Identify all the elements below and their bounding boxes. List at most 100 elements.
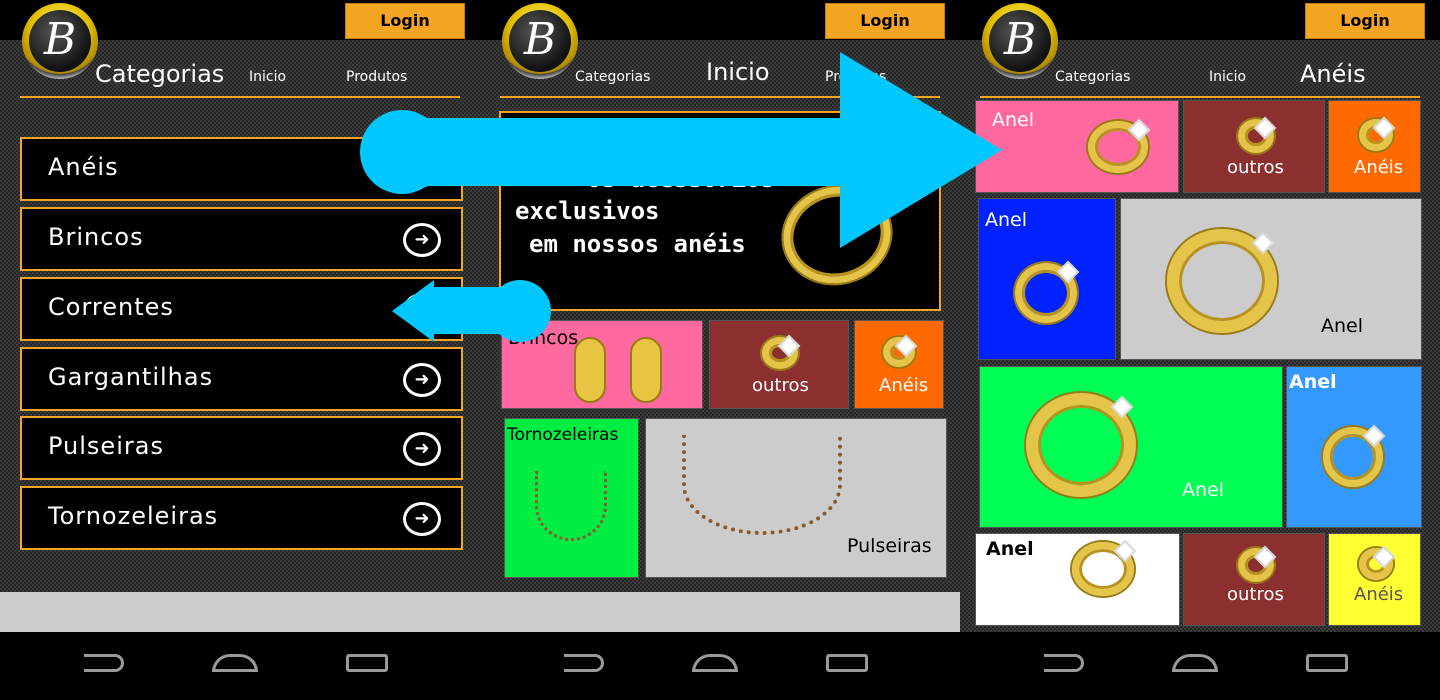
ring-tile-aneis[interactable]: Anéis	[1328, 100, 1421, 193]
login-button[interactable]: Login	[825, 3, 945, 39]
arrow-right-circle-icon: ➜	[403, 223, 441, 257]
recent-apps-icon[interactable]	[1306, 654, 1348, 672]
ring-tile[interactable]: Anel	[979, 366, 1283, 528]
tab-produtos[interactable]: Produtos	[825, 69, 886, 85]
nav-divider	[980, 96, 1420, 98]
tile-label: outros	[1227, 157, 1284, 178]
arrow-right-circle-icon: ➜	[403, 502, 441, 536]
tile-tornozeleiras[interactable]: Tornozeleiras	[504, 418, 639, 578]
back-icon[interactable]	[564, 654, 604, 672]
category-item-brincos[interactable]: Brincos ➜	[20, 207, 463, 271]
banner-line-1: Os acessórios	[587, 165, 775, 193]
system-nav-bar	[480, 632, 960, 700]
home-icon[interactable]	[1172, 654, 1218, 672]
ring-image	[1238, 548, 1274, 582]
tab-categorias[interactable]: Categorias	[575, 69, 650, 85]
ring-image	[1323, 427, 1383, 487]
anklet-image	[535, 471, 607, 541]
ring-image	[1088, 121, 1148, 173]
nav-divider	[500, 96, 940, 98]
back-icon[interactable]	[84, 654, 124, 672]
footer-strip	[0, 592, 480, 632]
recent-apps-icon[interactable]	[346, 654, 388, 672]
tile-outros[interactable]: outros	[709, 320, 849, 409]
ring-tile-aneis[interactable]: Anéis	[1328, 533, 1421, 626]
tab-aneis[interactable]: Anéis	[1300, 60, 1366, 88]
brand-logo[interactable]: B	[982, 3, 1058, 79]
category-label: Correntes	[48, 293, 174, 321]
tile-brincos[interactable]: Brincos	[501, 320, 703, 409]
tile-label: Anel	[985, 209, 1028, 231]
system-nav-bar	[960, 632, 1440, 700]
back-icon[interactable]	[1044, 654, 1084, 672]
login-button[interactable]: Login	[345, 3, 465, 39]
banner-line-2: exclusivos	[515, 197, 660, 225]
ring-tile[interactable]: Anel	[975, 100, 1179, 193]
ring-image	[762, 337, 798, 369]
tab-inicio[interactable]: Inicio	[1209, 69, 1246, 85]
arrow-right-circle-icon: ➜	[403, 293, 441, 327]
tile-label: outros	[1227, 584, 1284, 605]
category-label: Brincos	[48, 223, 144, 251]
tile-label: Anel	[1182, 479, 1225, 501]
tab-inicio[interactable]: Inicio	[249, 69, 286, 85]
ring-image	[1238, 119, 1274, 153]
bracelet-image	[682, 435, 842, 535]
tab-categorias[interactable]: Categorias	[95, 60, 224, 88]
ring-image	[772, 174, 902, 296]
login-button[interactable]: Login	[1305, 3, 1425, 39]
logo-letter: B	[989, 10, 1051, 72]
tile-label: Tornozeleiras	[507, 425, 619, 445]
category-item-pulseiras[interactable]: Pulseiras ➜	[20, 416, 463, 480]
tile-label: Pulseiras	[847, 535, 932, 557]
ring-tile-outros[interactable]: outros	[1183, 533, 1325, 626]
tile-label: outros	[752, 375, 809, 396]
tile-label: Anel	[1321, 315, 1364, 337]
category-label: Pulseiras	[48, 432, 164, 460]
home-icon[interactable]	[212, 654, 258, 672]
promo-banner[interactable]: Os acessórios exclusivos em nossos anéis	[499, 111, 941, 311]
tile-label: Anéis	[1354, 584, 1404, 605]
category-label: Tornozeleiras	[48, 502, 219, 530]
categories-screen: B Login Categorias Inicio Produtos Anéis…	[0, 0, 480, 700]
category-item-aneis[interactable]: Anéis ➜	[20, 137, 463, 201]
category-item-tornozeleiras[interactable]: Tornozeleiras ➜	[20, 486, 463, 550]
arrow-right-circle-icon: ➜	[403, 432, 441, 466]
recent-apps-icon[interactable]	[826, 654, 868, 672]
tab-produtos[interactable]: Produtos	[346, 69, 407, 85]
home-icon[interactable]	[692, 654, 738, 672]
brand-logo[interactable]: B	[502, 3, 578, 79]
earring-image	[630, 337, 662, 403]
ring-tile[interactable]: Anel	[1286, 366, 1422, 528]
tab-categorias[interactable]: Categorias	[1055, 69, 1130, 85]
arrow-right-circle-icon: ➜	[403, 153, 441, 187]
app-root: B Login Categorias Inicio Produtos Anéis…	[0, 0, 1440, 700]
system-nav-bar	[0, 632, 480, 700]
ring-tile[interactable]: Anel	[1120, 198, 1422, 360]
category-item-gargantilhas[interactable]: Gargantilhas ➜	[20, 347, 463, 411]
tile-aneis[interactable]: Anéis	[854, 320, 944, 409]
logo-letter: B	[29, 10, 91, 72]
tile-label: Anéis	[1354, 157, 1404, 178]
tile-label: Brincos	[508, 327, 579, 349]
arrow-right-circle-icon: ➜	[403, 363, 441, 397]
ring-tile-outros[interactable]: outros	[1183, 100, 1325, 193]
tile-label: Anel	[986, 538, 1034, 560]
tile-label: Anéis	[879, 375, 929, 396]
tile-label: Anel	[992, 109, 1035, 131]
ring-tile[interactable]: Anel	[975, 533, 1180, 626]
category-item-correntes[interactable]: Correntes ➜	[20, 277, 463, 341]
category-label: Gargantilhas	[48, 363, 214, 391]
ring-tile[interactable]: Anel	[978, 198, 1116, 360]
ring-image	[1026, 393, 1136, 497]
brand-logo[interactable]: B	[22, 3, 98, 79]
footer-strip	[480, 592, 960, 632]
tile-pulseiras[interactable]: Pulseiras	[645, 418, 947, 578]
ring-image	[883, 337, 915, 367]
ring-image	[1072, 542, 1134, 596]
earring-image	[574, 337, 606, 403]
nav-divider	[20, 96, 460, 98]
ring-image	[1167, 229, 1277, 333]
ring-image	[1015, 263, 1077, 323]
tab-inicio[interactable]: Inicio	[706, 58, 770, 86]
